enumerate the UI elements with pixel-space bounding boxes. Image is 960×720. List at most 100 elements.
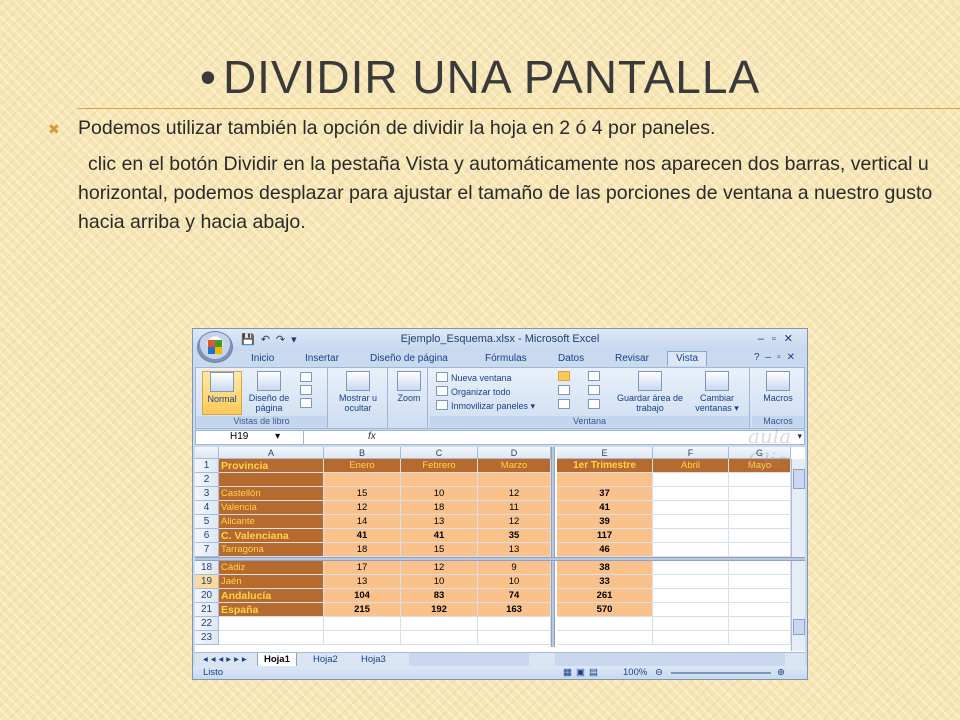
cell[interactable]: [729, 529, 791, 543]
cell[interactable]: 18: [401, 501, 478, 515]
cell[interactable]: [729, 487, 791, 501]
new-window-button[interactable]: Nueva ventana: [436, 372, 512, 383]
cell[interactable]: [219, 473, 324, 487]
cell[interactable]: Marzo: [478, 459, 551, 473]
cell[interactable]: [653, 603, 729, 617]
cell[interactable]: [324, 631, 401, 645]
unhide-window-icon[interactable]: [558, 399, 573, 410]
fx-icon[interactable]: fx: [368, 431, 376, 442]
cell[interactable]: 17: [324, 561, 401, 575]
column-header[interactable]: F: [653, 447, 729, 459]
cell[interactable]: [219, 631, 324, 645]
cell[interactable]: 215: [324, 603, 401, 617]
cell[interactable]: 10: [401, 487, 478, 501]
cell[interactable]: 11: [478, 501, 551, 515]
column-header[interactable]: C: [401, 447, 478, 459]
cell[interactable]: [729, 473, 791, 487]
cell[interactable]: Jaén: [219, 575, 324, 589]
cell[interactable]: [729, 631, 791, 645]
cell[interactable]: 41: [324, 529, 401, 543]
office-button[interactable]: [197, 331, 233, 363]
column-header[interactable]: A: [219, 447, 324, 459]
row-header[interactable]: 20: [195, 589, 219, 603]
tab-insertar[interactable]: Insertar: [305, 353, 339, 364]
horizontal-scrollbar[interactable]: [409, 653, 529, 666]
cell[interactable]: 13: [401, 515, 478, 529]
cell[interactable]: [401, 617, 478, 631]
macros-button[interactable]: Macros: [758, 371, 798, 413]
cell[interactable]: 1er Trimestre: [557, 459, 653, 473]
cell[interactable]: Abril: [653, 459, 729, 473]
row-header[interactable]: 5: [195, 515, 219, 529]
cell[interactable]: [653, 529, 729, 543]
worksheet-grid[interactable]: A B C D E F G 1 Provincia Enero Febrero Marzo 1er Tr…: [195, 447, 805, 671]
row-header[interactable]: 1: [195, 459, 219, 473]
vertical-scrollbar-top[interactable]: [791, 459, 805, 557]
zoom-out-icon[interactable]: ⊖: [655, 667, 663, 678]
zoom-button[interactable]: Zoom: [393, 371, 425, 413]
cell[interactable]: 39: [557, 515, 653, 529]
cell[interactable]: 13: [324, 575, 401, 589]
hide-window-icon[interactable]: [558, 385, 573, 396]
cell[interactable]: [729, 617, 791, 631]
cell[interactable]: Andalucía: [219, 589, 324, 603]
cell[interactable]: [653, 515, 729, 529]
name-box[interactable]: H19 ▾: [196, 431, 304, 444]
cell[interactable]: [729, 515, 791, 529]
sheet-tab-hoja1[interactable]: Hoja1: [257, 653, 297, 667]
cell[interactable]: [729, 589, 791, 603]
cell[interactable]: Alicante: [219, 515, 324, 529]
switch-windows-button[interactable]: Cambiar ventanas ▾: [688, 371, 746, 413]
view-buttons[interactable]: ▦▣▤: [563, 667, 602, 678]
cell[interactable]: [729, 543, 791, 557]
cell[interactable]: 117: [557, 529, 653, 543]
cell[interactable]: 12: [324, 501, 401, 515]
row-header[interactable]: 6: [195, 529, 219, 543]
reset-position-icon[interactable]: [588, 399, 603, 410]
row-header[interactable]: 22: [195, 617, 219, 631]
cell[interactable]: [729, 561, 791, 575]
save-workspace-button[interactable]: Guardar área de trabajo: [614, 371, 686, 413]
cell[interactable]: [478, 473, 551, 487]
vistas-personalizadas-icon[interactable]: [300, 385, 315, 396]
cell[interactable]: [729, 575, 791, 589]
cell[interactable]: [557, 473, 653, 487]
scroll-thumb[interactable]: [793, 619, 805, 635]
cell[interactable]: España: [219, 603, 324, 617]
cell[interactable]: 18: [324, 543, 401, 557]
row-header[interactable]: 21: [195, 603, 219, 617]
cell[interactable]: [401, 631, 478, 645]
tab-inicio[interactable]: Inicio: [251, 353, 274, 364]
cell[interactable]: [653, 501, 729, 515]
cell[interactable]: 10: [478, 575, 551, 589]
cell[interactable]: 13: [478, 543, 551, 557]
row-header[interactable]: 7: [195, 543, 219, 557]
cell[interactable]: 104: [324, 589, 401, 603]
cell[interactable]: 74: [478, 589, 551, 603]
cell[interactable]: Tarragona: [219, 543, 324, 557]
cell[interactable]: [729, 501, 791, 515]
tab-datos[interactable]: Datos: [558, 353, 584, 364]
cell[interactable]: 41: [557, 501, 653, 515]
pantalla-completa-icon[interactable]: [300, 398, 315, 409]
vertical-split-bar[interactable]: [551, 447, 555, 647]
sheet-tab-hoja3[interactable]: Hoja3: [355, 653, 392, 666]
cell[interactable]: [653, 631, 729, 645]
cell[interactable]: 41: [401, 529, 478, 543]
help-icon[interactable]: ?–▫✕: [754, 352, 801, 363]
freeze-panes-button[interactable]: Inmovilizar paneles ▾: [436, 400, 535, 412]
cell[interactable]: [557, 631, 653, 645]
cell[interactable]: [653, 487, 729, 501]
row-header[interactable]: 4: [195, 501, 219, 515]
page-layout-button[interactable]: Diseño de página: [246, 371, 292, 413]
select-all-corner[interactable]: [195, 447, 219, 459]
vertical-scrollbar-bottom[interactable]: [791, 561, 805, 651]
scroll-thumb[interactable]: [793, 469, 805, 489]
cell[interactable]: [478, 631, 551, 645]
column-header[interactable]: D: [478, 447, 551, 459]
cell[interactable]: 15: [324, 487, 401, 501]
cell[interactable]: [401, 473, 478, 487]
cell[interactable]: [324, 473, 401, 487]
cell[interactable]: Castellón: [219, 487, 324, 501]
cell[interactable]: 570: [557, 603, 653, 617]
